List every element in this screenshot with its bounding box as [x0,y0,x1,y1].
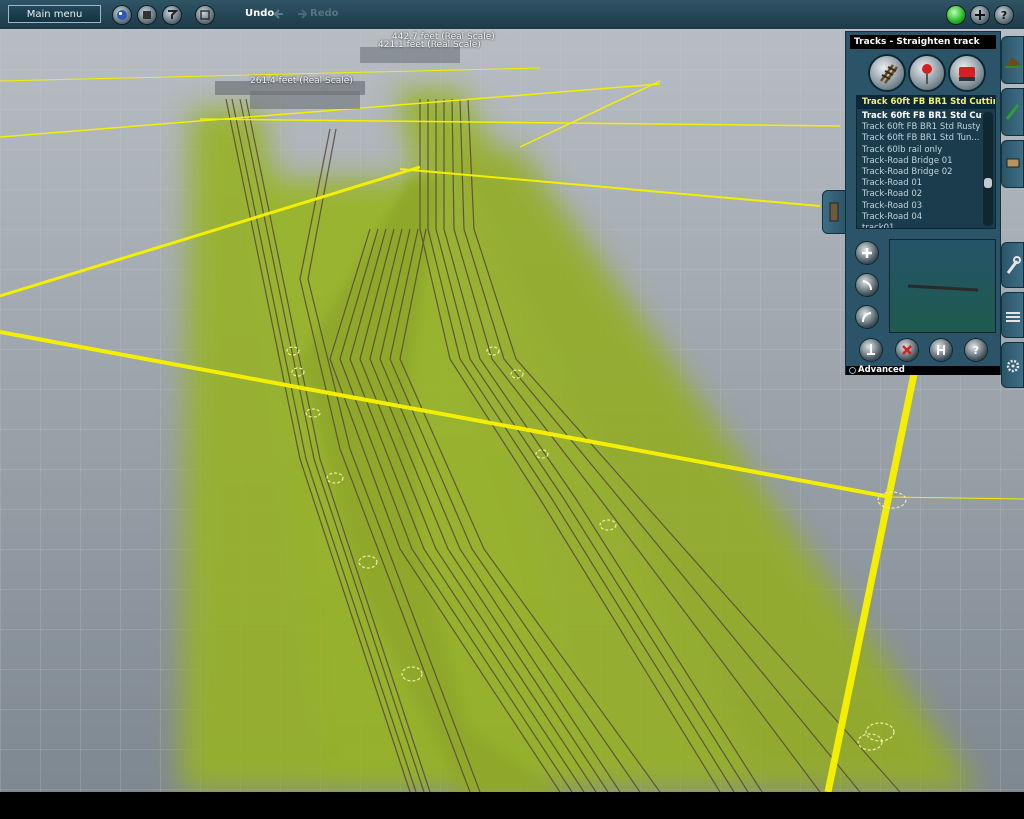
undo-button[interactable]: Undo [245,8,274,19]
distance-label-near: 261.4 feet (Real Scale) [250,76,353,86]
track-preview-image [907,284,979,292]
help-icon[interactable]: ? [995,6,1013,24]
selected-track: Track 60ft FB BR1 Std Cutting [857,96,995,109]
list-item[interactable]: Track-Road Bridge 01 [857,156,982,167]
tab-paint[interactable] [1001,88,1024,136]
top-toolbar: Main menu Undo Redo ? [0,0,1024,30]
track-tool-button[interactable] [870,56,904,90]
track-tool-panel: Tracks - Straighten track Track 60ft FB … [845,31,1001,375]
list-item[interactable]: Track-Road 03 [857,201,982,212]
eraser-icon [959,67,975,81]
tool-options-icon[interactable] [163,6,181,24]
cancel-button[interactable] [896,339,918,361]
list-item[interactable]: track01 [857,223,982,228]
panel-help-button[interactable]: ? [965,339,987,361]
status-light-icon [947,6,965,24]
tab-terrain[interactable] [1001,36,1024,84]
grid-icon[interactable] [196,6,214,24]
distance-label-far-2: 421.1 feet (Real Scale) [378,40,481,50]
rail-icon [880,64,898,84]
track-preview [889,239,996,333]
straighten-icon [867,344,875,355]
terrain-icon [1005,57,1021,68]
track-list[interactable]: Track 60ft FB BR1 Std Cutting Track 60ft… [856,95,996,229]
bend-left-button[interactable] [856,274,878,296]
main-menu-button[interactable]: Main menu [8,5,101,23]
list-item[interactable]: Track 60ft FB BR1 Std Rusty [857,122,982,133]
delete-tool-button[interactable] [950,56,984,90]
svg-text:?: ? [1001,9,1007,22]
close-icon [902,345,912,355]
bend-right-button[interactable] [856,306,878,328]
wrench-icon [1006,256,1021,274]
list-item[interactable]: Track-Road Bridge 02 [857,167,982,178]
bottom-bar [0,792,1024,819]
layers-icon[interactable] [138,6,156,24]
list-item[interactable]: Track 60lb rail only [857,145,982,156]
list-item[interactable]: Track-Road 01 [857,178,982,189]
panel-collapse-tab[interactable] [822,190,846,234]
spline-tool-button[interactable] [910,56,944,90]
add-icon[interactable] [971,6,989,24]
curve-right-icon [862,312,872,323]
list-item[interactable]: Track-Road 04 [857,212,982,223]
add-spline-point-button[interactable] [856,242,878,264]
advanced-toggle[interactable]: Advanced [846,366,1000,375]
plus-icon [862,248,872,258]
height-icon [937,345,945,355]
height-button[interactable] [930,339,952,361]
marker-pin-icon [922,64,932,84]
help-icon: ? [973,344,979,357]
tab-tools[interactable] [1001,242,1024,288]
globe-icon[interactable] [113,6,131,24]
redo-arrow-icon [298,9,308,19]
scroll-thumb[interactable] [984,178,992,188]
gear-icon [1006,359,1020,373]
tab-layers[interactable] [1001,292,1024,338]
objects-icon [1006,158,1020,168]
straighten-button[interactable] [860,339,882,361]
list-scrollbar[interactable] [983,112,993,226]
panel-title: Tracks - Straighten track [850,35,996,49]
list-item[interactable]: Track 60ft FB BR1 Std Tun... [857,133,982,144]
list-item[interactable]: Track-Road 02 [857,189,982,200]
tab-settings[interactable] [1001,342,1024,388]
undo-arrow-icon[interactable] [273,8,285,20]
paint-brush-icon [1005,104,1020,120]
list-item[interactable]: Track 60ft FB BR1 Std Cutt... [857,111,982,122]
redo-button[interactable]: Redo [310,8,339,19]
tab-objects[interactable] [1001,140,1024,188]
layers-icon [1006,312,1020,322]
curve-left-icon [862,280,872,291]
svg-text:?: ? [973,344,979,357]
